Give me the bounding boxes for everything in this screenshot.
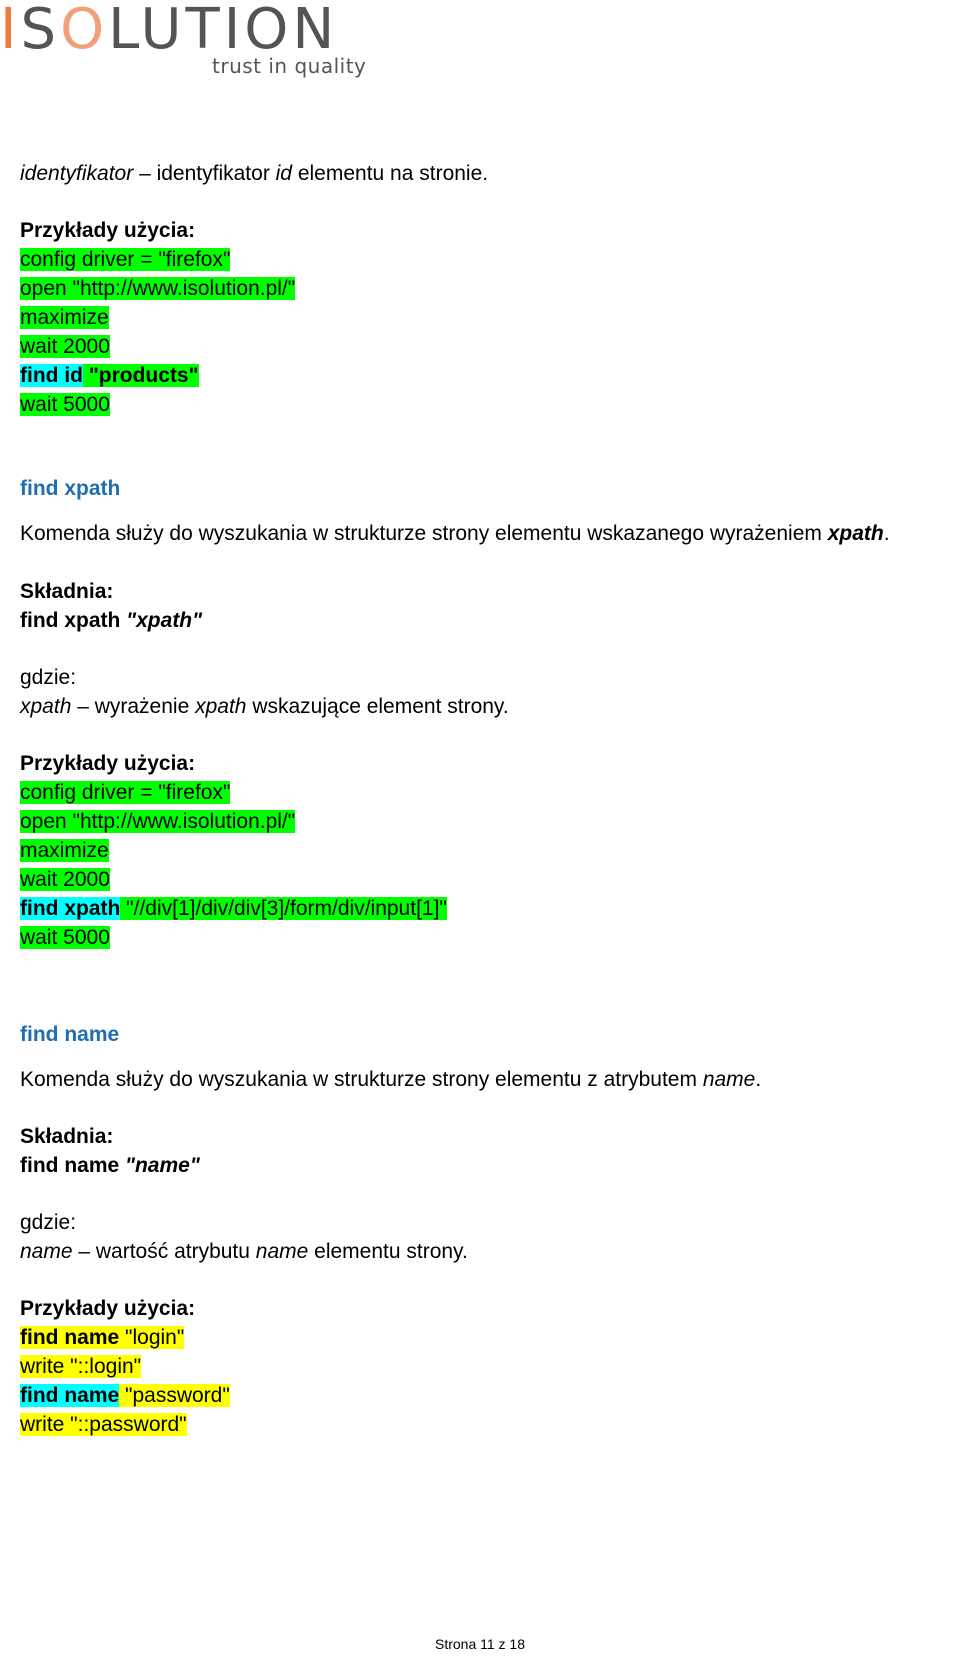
code-line: find name "password" (20, 1384, 230, 1407)
where-label: gdzie: (20, 666, 77, 689)
code-line: wait 5000 (20, 926, 110, 949)
code-line: find name "login" (20, 1326, 185, 1349)
where-label: gdzie: (20, 1211, 77, 1234)
examples-label: Przykłady użycia: (20, 219, 196, 242)
code-line: find xpath "//div[1]/div/div[3]/form/div… (20, 897, 447, 920)
code-line: wait 2000 (20, 868, 110, 891)
code-line: open "http://www.isolution.pl/" (20, 810, 296, 833)
code-line: write "::password" (20, 1413, 187, 1436)
section-heading-find-xpath: find xpath (20, 477, 121, 500)
logo-tagline: trust in quality (212, 54, 367, 78)
logo-wordmark: ISOLUTION (0, 0, 339, 62)
where-definition: name – wartość atrybutu name elementu st… (20, 1240, 468, 1263)
examples-label: Przykłady użycia: (20, 752, 196, 775)
code-line: find id "products" (20, 364, 199, 387)
code-line: maximize (20, 306, 109, 329)
code-line: config driver = "firefox" (20, 781, 231, 804)
examples-label: Przykłady użycia: (20, 1297, 196, 1320)
syntax-label: Składnia: (20, 1125, 114, 1148)
syntax-line: find xpath "xpath" (20, 609, 203, 632)
code-line: wait 5000 (20, 393, 110, 416)
section-description: Komenda służy do wyszukania w strukturze… (20, 522, 890, 545)
code-line: write "::login" (20, 1355, 142, 1378)
code-line: wait 2000 (20, 335, 110, 358)
where-definition: xpath – wyrażenie xpath wskazujące eleme… (20, 695, 509, 718)
section-description: Komenda służy do wyszukania w strukturze… (20, 1068, 762, 1091)
definition-identyfikator: identyfikator – identyfikator id element… (20, 162, 489, 185)
code-line: open "http://www.isolution.pl/" (20, 277, 296, 300)
syntax-label: Składnia: (20, 580, 114, 603)
code-line: config driver = "firefox" (20, 248, 231, 271)
syntax-line: find name "name" (20, 1154, 200, 1177)
section-heading-find-name: find name (20, 1023, 120, 1046)
page-number: Strona 11 z 18 (434, 1636, 526, 1652)
code-line: maximize (20, 839, 109, 862)
isolution-logo: ISOLUTION trust in quality (0, 0, 370, 79)
